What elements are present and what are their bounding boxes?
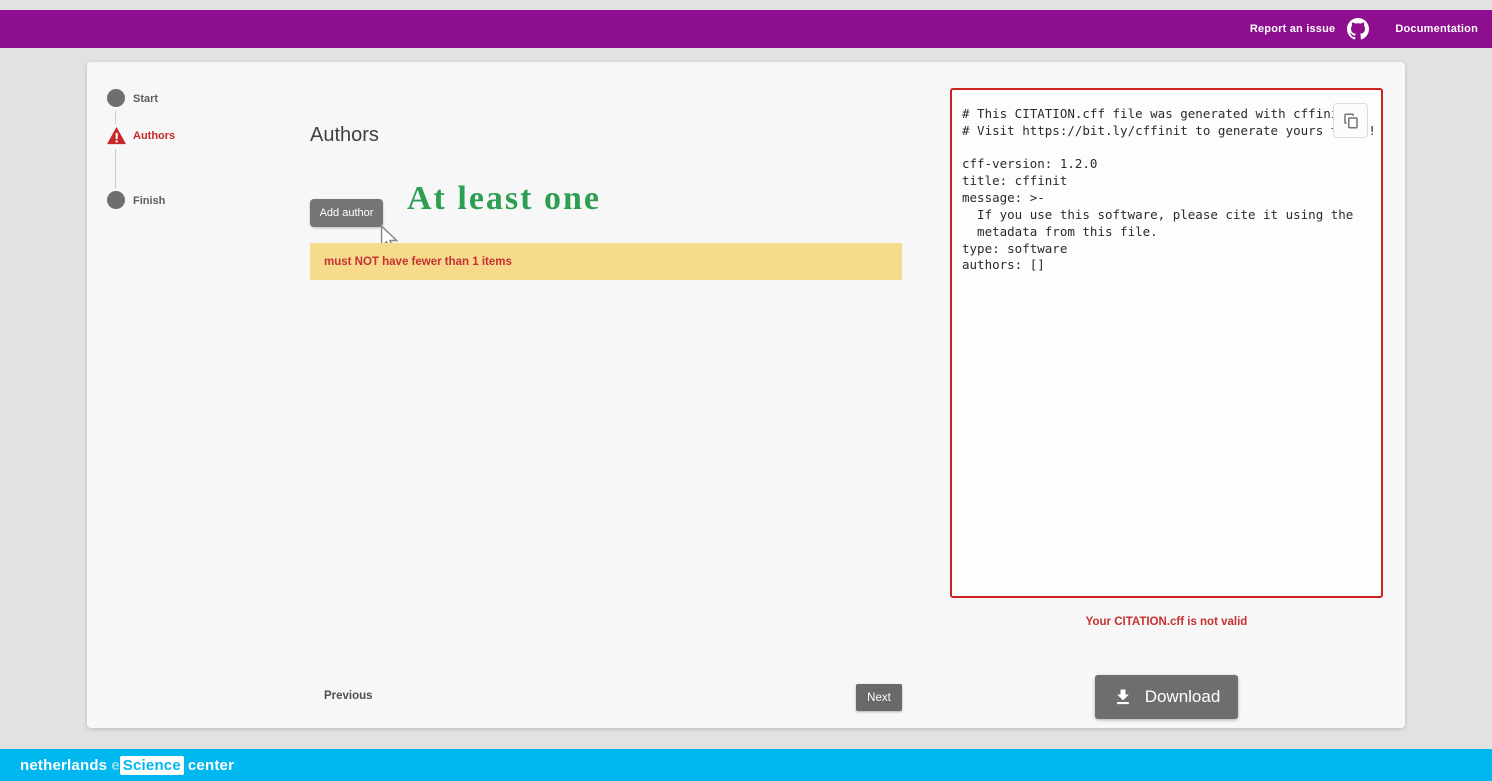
validation-warning-text: must NOT have fewer than 1 items bbox=[324, 256, 512, 268]
previous-button[interactable]: Previous bbox=[324, 690, 373, 702]
step-finish-label[interactable]: Finish bbox=[133, 195, 165, 207]
citation-code[interactable]: # This CITATION.cff file was generated w… bbox=[962, 106, 1381, 274]
top-navigation-bar: Report an issue Documentation bbox=[0, 10, 1492, 48]
warning-triangle-icon[interactable] bbox=[106, 126, 127, 145]
step-finish-circle[interactable] bbox=[107, 191, 125, 209]
add-author-button[interactable]: Add author bbox=[310, 199, 383, 227]
escience-center-logo: netherlandseSciencecenter bbox=[20, 757, 234, 774]
logo-prefix: netherlands bbox=[20, 757, 107, 774]
documentation-link[interactable]: Documentation bbox=[1395, 23, 1478, 35]
step-start-label[interactable]: Start bbox=[133, 93, 158, 105]
step-start-circle[interactable] bbox=[107, 89, 125, 107]
download-icon bbox=[1113, 687, 1133, 707]
invalid-message: Your CITATION.cff is not valid bbox=[950, 616, 1383, 628]
logo-suffix: center bbox=[188, 757, 234, 774]
next-button[interactable]: Next bbox=[856, 684, 902, 711]
stepper-connector bbox=[115, 111, 116, 124]
copy-button[interactable] bbox=[1333, 103, 1368, 138]
citation-preview-panel: # This CITATION.cff file was generated w… bbox=[950, 88, 1383, 598]
report-issue-link[interactable]: Report an issue bbox=[1250, 23, 1336, 35]
download-button[interactable]: Download bbox=[1095, 675, 1238, 719]
logo-e: e bbox=[111, 757, 120, 774]
stepper-connector bbox=[115, 149, 116, 188]
main-card: Start Authors Finish Authors Add author … bbox=[87, 62, 1405, 728]
page-title: Authors bbox=[310, 124, 379, 147]
copy-icon bbox=[1342, 112, 1360, 130]
step-authors-label[interactable]: Authors bbox=[133, 130, 175, 142]
validation-warning-bar: must NOT have fewer than 1 items bbox=[310, 243, 902, 280]
footer-bar: netherlandseSciencecenter bbox=[0, 749, 1492, 781]
download-button-label: Download bbox=[1145, 687, 1221, 707]
annotation-text: At least one bbox=[407, 180, 601, 218]
logo-highlight: Science bbox=[120, 756, 184, 775]
github-icon[interactable] bbox=[1347, 18, 1369, 40]
